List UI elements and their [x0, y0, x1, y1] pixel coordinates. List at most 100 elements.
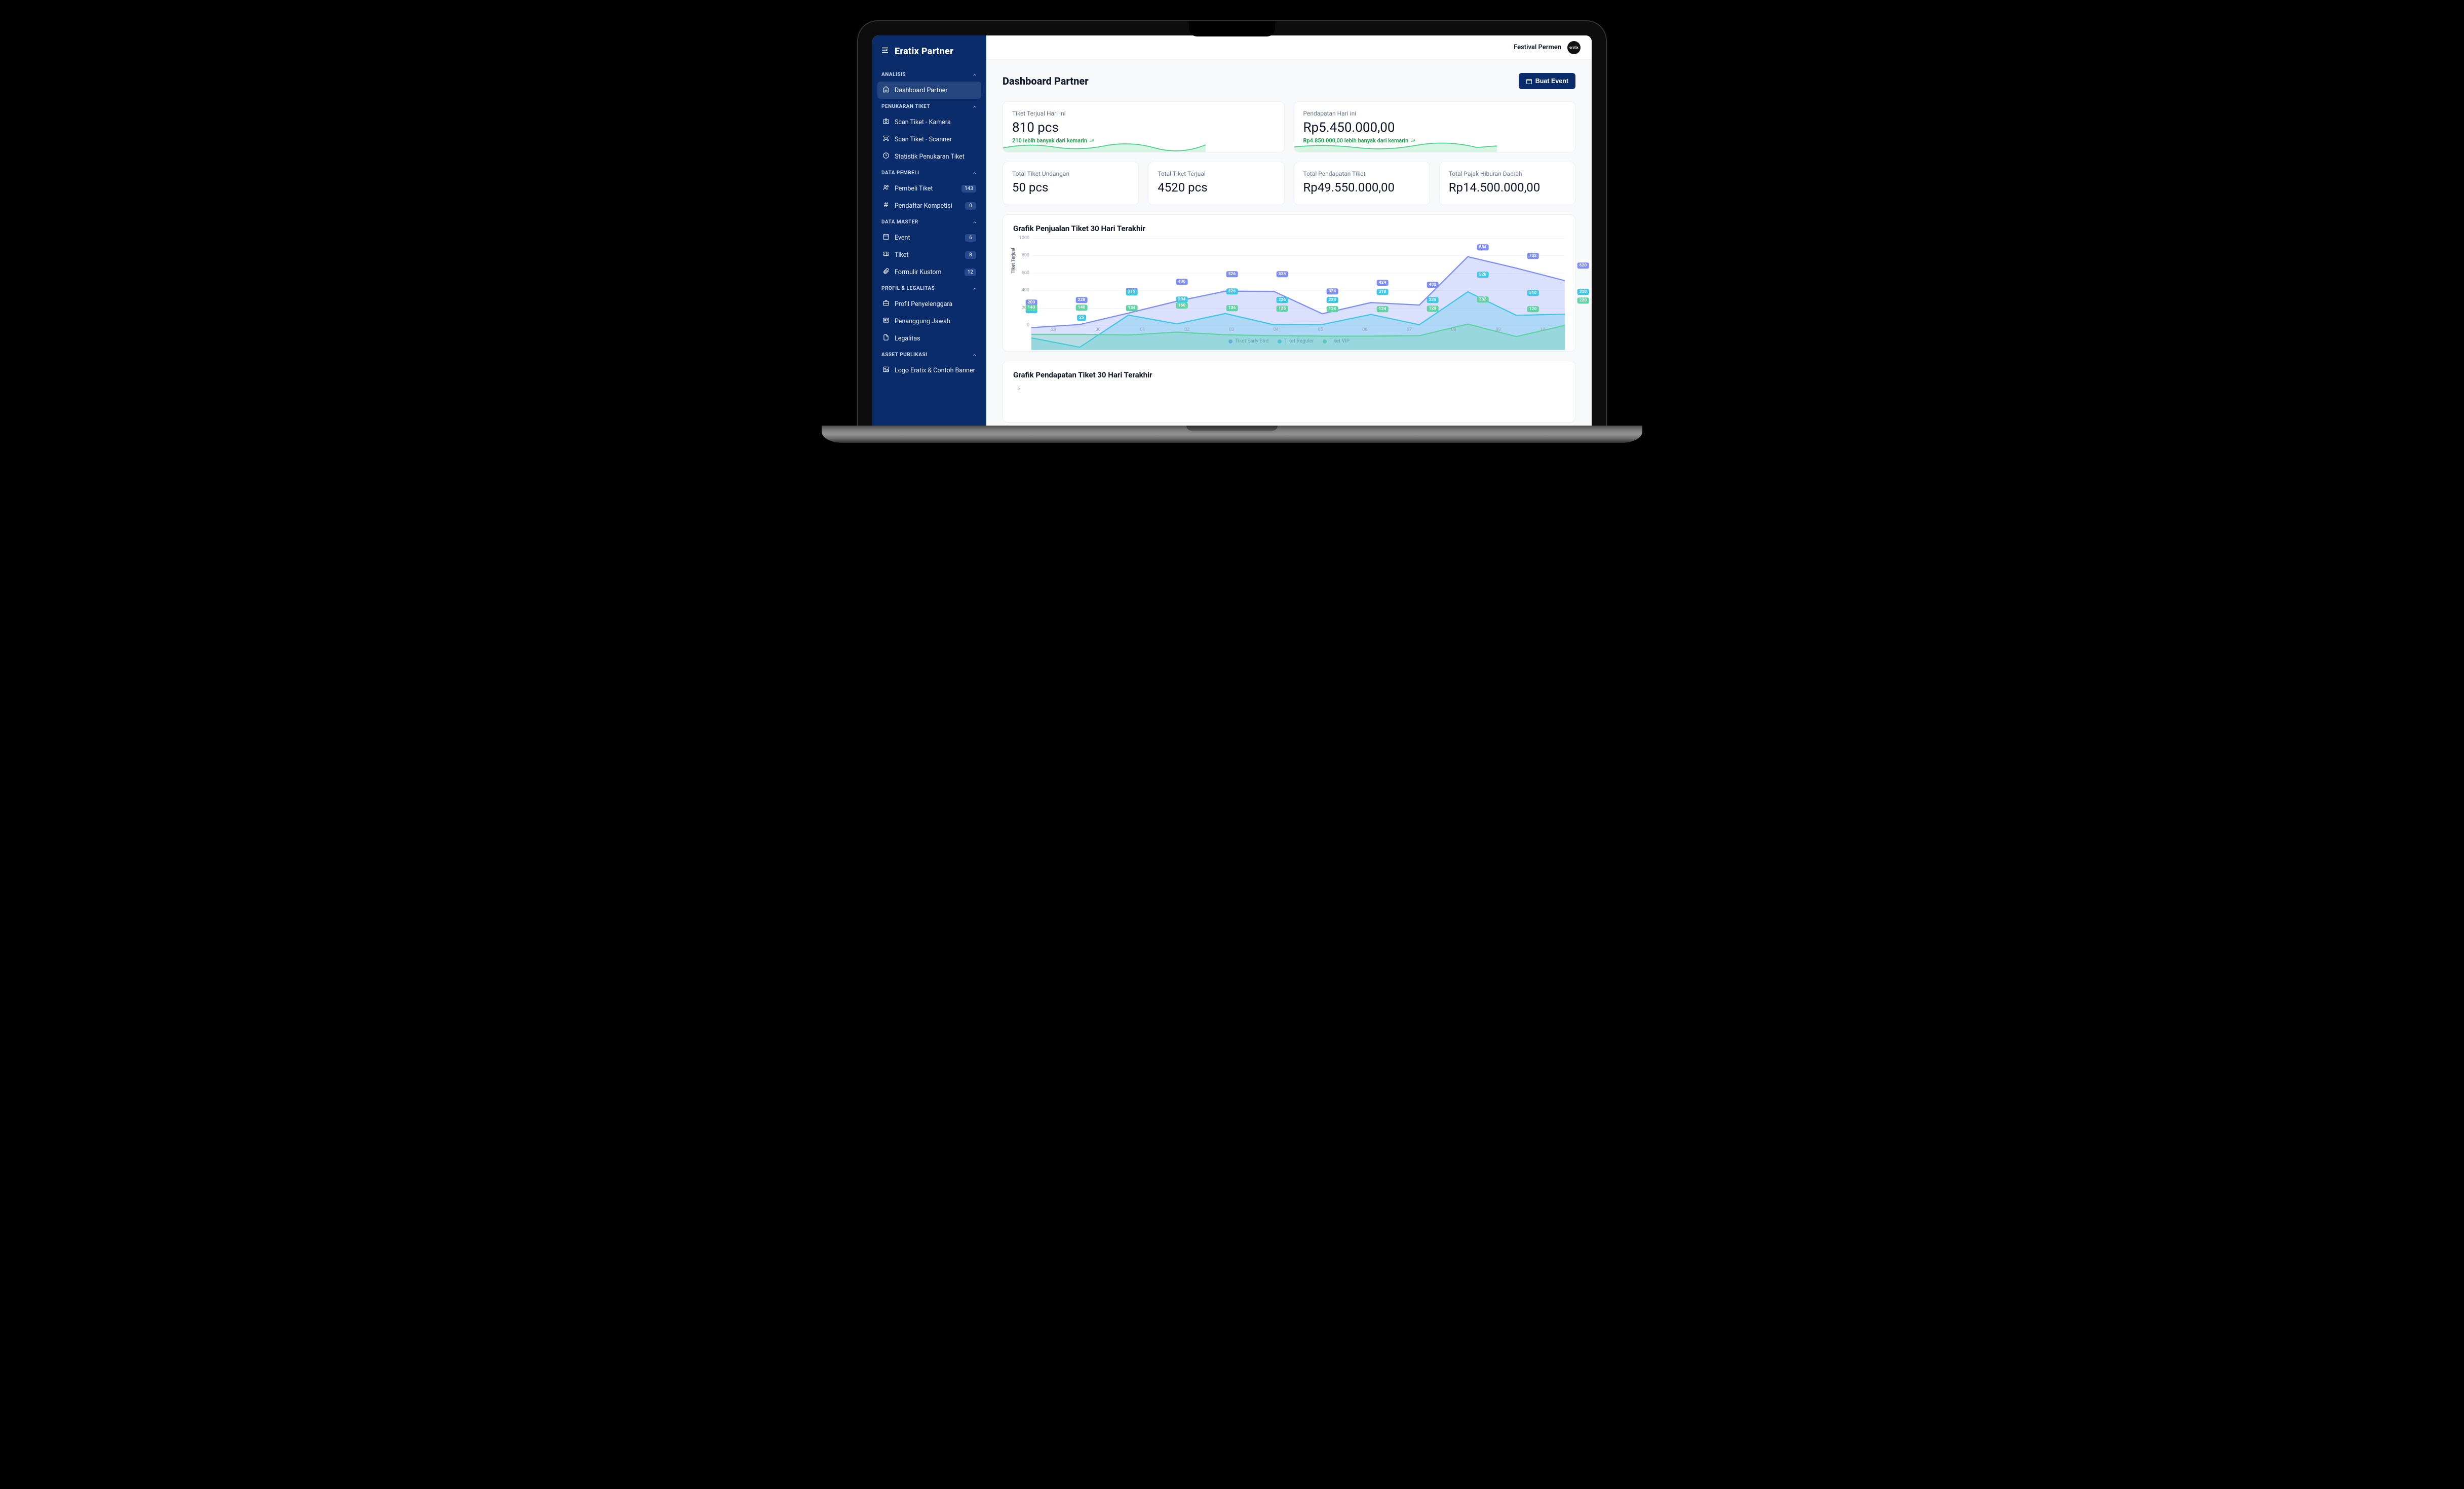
- sidebar-item-label: Pembeli Tiket: [895, 185, 933, 193]
- stat-value: Rp49.550.000,00: [1303, 180, 1420, 195]
- stat-value: Rp14.500.000,00: [1449, 180, 1566, 195]
- sidebar-group-title: ANALISIS: [881, 72, 906, 78]
- sidebar-item-label: Scan Tiket - Kamera: [895, 119, 951, 126]
- chart-x-tick: 29: [1031, 327, 1076, 334]
- chart-y-tick: 800: [1017, 253, 1029, 258]
- chevron-up-icon: [972, 286, 977, 291]
- calendar-icon: [882, 233, 890, 242]
- sidebar-item[interactable]: Logo Eratix & Contoh Banner: [877, 362, 981, 379]
- calendar-plus-icon: [1526, 78, 1532, 85]
- clip-icon: [882, 268, 890, 277]
- create-event-button[interactable]: Buat Event: [1519, 73, 1575, 89]
- sidebar-group-title: DATA MASTER: [881, 219, 918, 225]
- sidebar-item[interactable]: Event6: [877, 229, 981, 246]
- chart-x-tick: 03: [1209, 327, 1254, 334]
- hash-icon: [882, 201, 890, 210]
- chevron-up-icon: [972, 104, 977, 109]
- app-viewport: Eratix Partner ANALISIS Dashboard Partner…: [872, 35, 1592, 426]
- create-event-label: Buat Event: [1535, 78, 1568, 85]
- content-scroll[interactable]: Dashboard Partner Buat Event Tiket Terju…: [986, 60, 1592, 426]
- chart-x-tick: 02: [1165, 327, 1209, 334]
- clock-icon: [882, 152, 890, 161]
- sidebar-item[interactable]: Tiket 8: [877, 246, 981, 263]
- main-column: Festival Permen eratix Dashboard Partner…: [986, 35, 1592, 426]
- sidebar-item[interactable]: Penanggung Jawab: [877, 313, 981, 330]
- chart-y-tick: 0: [1017, 323, 1029, 328]
- image-icon: [882, 366, 890, 375]
- org-name: Festival Permen: [1514, 44, 1561, 51]
- device-bezel: Eratix Partner ANALISIS Dashboard Partner…: [857, 20, 1607, 426]
- sparkline: [1003, 140, 1206, 152]
- sidebar-item[interactable]: Scan Tiket - Kamera: [877, 113, 981, 131]
- kpi-revenue-today: Pendapatan Hari ini Rp5.450.000,00 Rp4.8…: [1294, 101, 1576, 152]
- chart-title: Grafik Penjualan Tiket 30 Hari Terakhir: [1013, 224, 1565, 233]
- stat-card: Total Tiket Terjual4520 pcs: [1148, 162, 1284, 205]
- sidebar-item-label: Profil Penyelenggara: [895, 300, 952, 308]
- chart-point-label: 320: [1577, 289, 1589, 295]
- sidebar-item-label: Tiket: [895, 251, 908, 259]
- sidebar-group-title: ASSET PUBLIKASI: [881, 352, 928, 358]
- sidebar-badge: 143: [961, 185, 976, 193]
- sidebar-badge: 12: [965, 269, 976, 276]
- sidebar-group-header[interactable]: PROFIL & LEGALITAS: [877, 281, 981, 295]
- chart-sales-plot: Tiket Terjual 02004006008001000 20022833…: [1013, 238, 1565, 334]
- sidebar-item-label: Statistik Penukaran Tiket: [895, 153, 965, 161]
- sidebar-group-header[interactable]: DATA MASTER: [877, 214, 981, 229]
- chart-y-axis-label: Tiket Terjual: [1011, 248, 1016, 274]
- kpi-value: 810 pcs: [1012, 120, 1275, 135]
- chart-y-tick: 1000: [1017, 236, 1029, 241]
- avatar[interactable]: eratix: [1567, 41, 1581, 54]
- sidebar-item[interactable]: Statistik Penukaran Tiket: [877, 148, 981, 165]
- stat-value: 50 pcs: [1012, 180, 1129, 195]
- chart-x-tick: 01: [1121, 327, 1165, 334]
- sidebar-item-label: Pendaftar Kompetisi: [895, 202, 952, 210]
- chart-sales-card: Grafik Penjualan Tiket 30 Hari Terakhir …: [1003, 214, 1575, 352]
- sidebar-item[interactable]: Scan Tiket - Scanner: [877, 131, 981, 148]
- sidebar-group-title: DATA PEMBELI: [881, 170, 919, 176]
- sidebar-item[interactable]: Pembeli Tiket 143: [877, 180, 981, 197]
- chart-y-tick: 600: [1017, 271, 1029, 276]
- stat-label: Total Tiket Undangan: [1012, 170, 1129, 177]
- ticket-icon: [882, 250, 890, 259]
- kpi-label: Tiket Terjual Hari ini: [1012, 110, 1275, 117]
- sidebar-item[interactable]: Profil Penyelenggara: [877, 295, 981, 313]
- sidebar-badge: 8: [965, 251, 976, 259]
- chevron-up-icon: [972, 72, 977, 78]
- chart-x-tick: 08: [1432, 327, 1476, 334]
- chart-point-label: 220: [1577, 297, 1589, 303]
- menu-toggle-icon[interactable]: [880, 46, 890, 57]
- briefcase-icon: [882, 299, 890, 309]
- sidebar-item[interactable]: Formulir Kustom 12: [877, 263, 981, 281]
- chart-x-tick: 06: [1342, 327, 1387, 334]
- sidebar-item-label: Penanggung Jawab: [895, 318, 950, 325]
- chart-x-tick: 09: [1476, 327, 1521, 334]
- laptop-base: [822, 426, 1642, 443]
- sidebar-item[interactable]: Legalitas: [877, 330, 981, 347]
- brand-name: Eratix Partner: [895, 46, 953, 57]
- sidebar-group-title: PROFIL & LEGALITAS: [881, 286, 935, 291]
- device-notch: [1189, 21, 1275, 36]
- sparkline: [1294, 140, 1497, 152]
- sidebar-badge: 6: [965, 234, 976, 242]
- chart-x-tick: 30: [1076, 327, 1121, 334]
- chevron-up-icon: [972, 353, 977, 358]
- scan-icon: [882, 135, 890, 144]
- chart-y-tick: 200: [1017, 306, 1029, 311]
- sidebar-item[interactable]: Pendaftar Kompetisi 0: [877, 197, 981, 214]
- chart-point-label: 620: [1577, 263, 1589, 269]
- sidebar-item-label: Formulir Kustom: [895, 269, 942, 276]
- sidebar-group-header[interactable]: ANALISIS: [877, 67, 981, 82]
- sidebar-group-header[interactable]: DATA PEMBELI: [877, 165, 981, 180]
- stat-label: Total Pendapatan Tiket: [1303, 170, 1420, 177]
- sidebar-group-header[interactable]: ASSET PUBLIKASI: [877, 347, 981, 362]
- users-icon: [882, 184, 890, 193]
- sidebar: Eratix Partner ANALISIS Dashboard Partner…: [872, 35, 986, 426]
- sidebar-item[interactable]: Dashboard Partner: [877, 82, 981, 99]
- chart-revenue-card: Grafik Pendapatan Tiket 30 Hari Terakhir…: [1003, 361, 1575, 423]
- camera-icon: [882, 118, 890, 127]
- sidebar-badge: 0: [965, 202, 976, 210]
- sidebar-group-header[interactable]: PENUKARAN TIKET: [877, 99, 981, 113]
- idcard-icon: [882, 317, 890, 326]
- chart-x-tick: 10: [1520, 327, 1565, 334]
- sidebar-group-title: PENUKARAN TIKET: [881, 104, 930, 109]
